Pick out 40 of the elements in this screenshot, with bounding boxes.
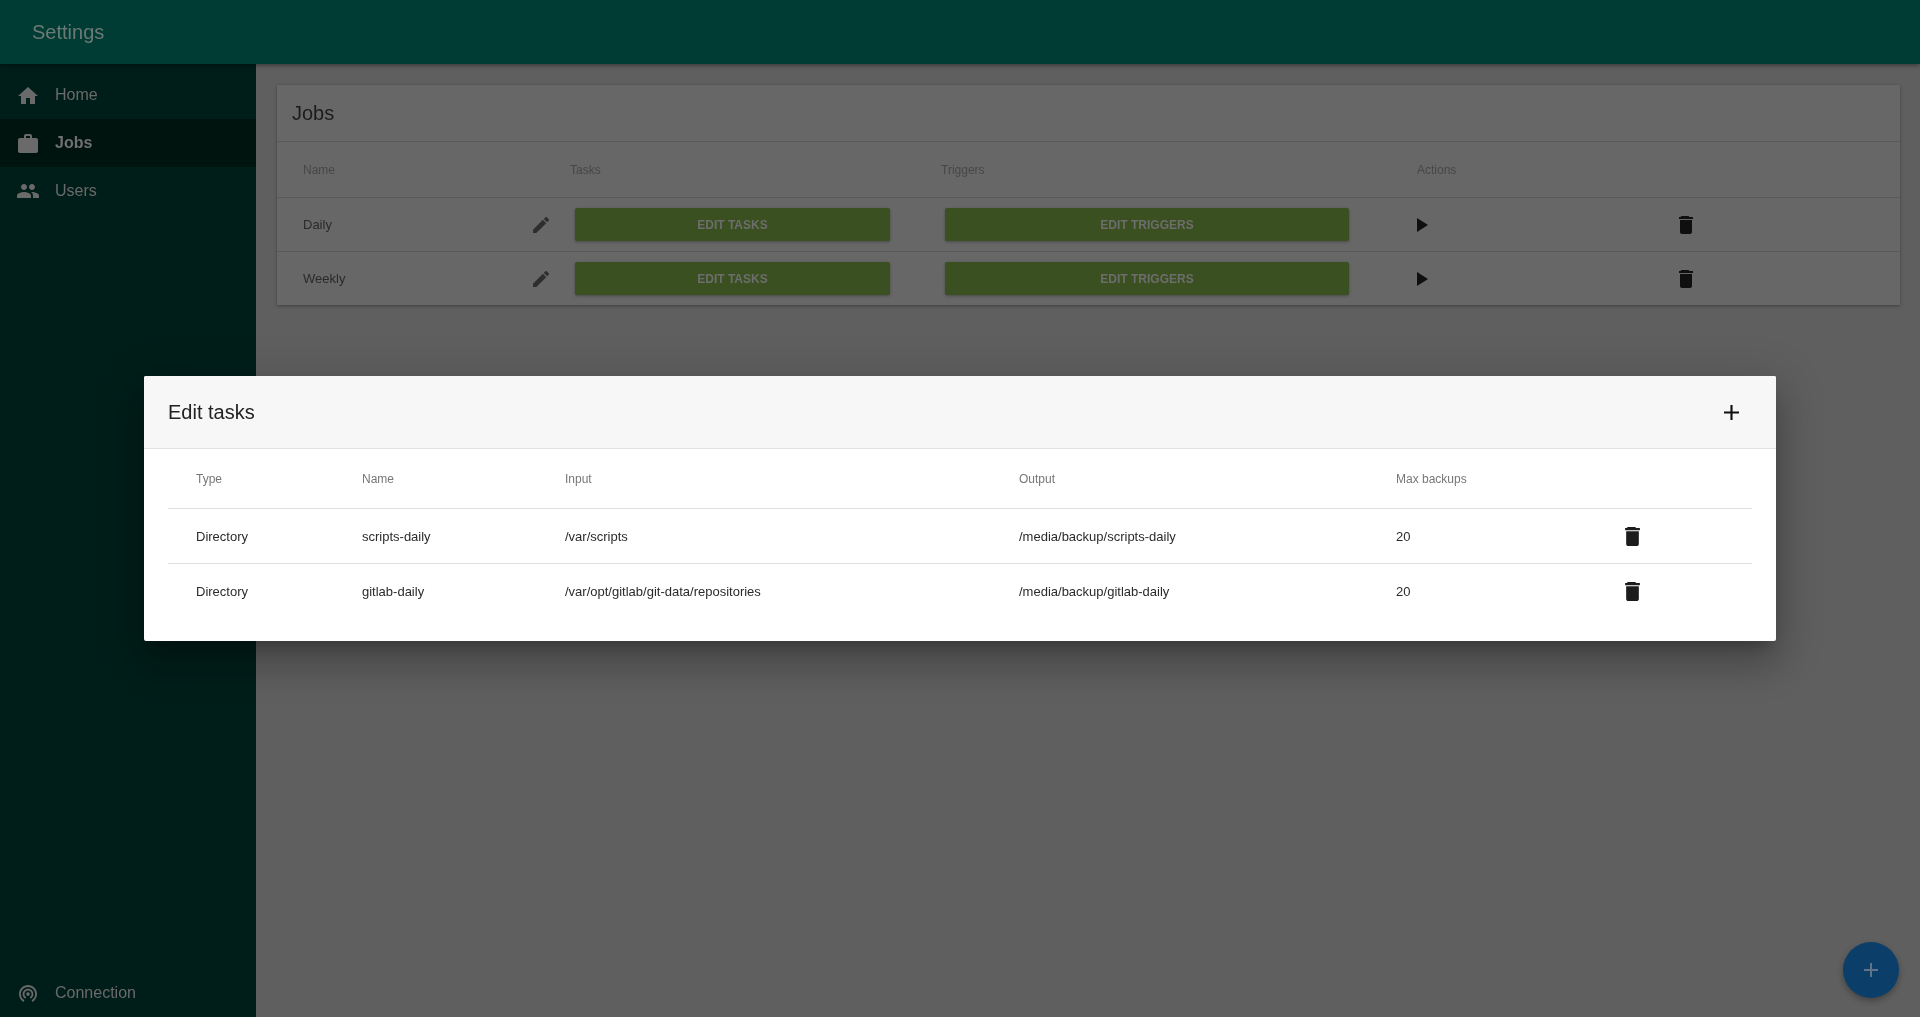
sidebar-item[interactable]: Jobs (0, 119, 256, 167)
table-cell-text: Directory (195, 528, 249, 544)
pencil-icon[interactable] (533, 216, 549, 233)
briefcase-icon (18, 133, 38, 153)
job-name: Daily (303, 217, 332, 232)
edit-triggers-button[interactable]: EDIT TRIGGERS (945, 208, 1349, 241)
trash-icon[interactable] (1625, 581, 1640, 601)
plus-icon[interactable] (1724, 404, 1739, 420)
table-cell-text: scripts-daily (361, 528, 432, 544)
card-title: Jobs (292, 101, 335, 125)
home-icon (18, 86, 38, 104)
table-cell-text: /var/opt/gitlab/git-data/repositories (564, 583, 762, 599)
column-header: Output (1018, 471, 1057, 486)
table-cell-text: /var/scripts (564, 528, 629, 544)
column-header: Type (195, 471, 223, 486)
sidebar-item[interactable]: Home (0, 71, 256, 119)
table-cell-text: Directory (195, 583, 249, 599)
job-name: Weekly (303, 271, 346, 286)
app-title: Settings (32, 20, 105, 44)
sidebar-item[interactable]: Connection (0, 969, 256, 1017)
table-cell-text: gitlab-daily (361, 583, 426, 599)
trash-icon[interactable] (1625, 526, 1640, 546)
table-cell-text: 20 (1395, 583, 1412, 599)
edit-triggers-button[interactable]: EDIT TRIGGERS (945, 262, 1349, 295)
table-cell-text: 20 (1395, 528, 1412, 544)
people-icon (17, 184, 39, 198)
play-icon[interactable] (1417, 217, 1428, 232)
column-header: Name (361, 471, 395, 486)
play-icon[interactable] (1417, 271, 1428, 286)
sidebar-item[interactable]: Users (0, 167, 256, 215)
dialog-title: Edit tasks (168, 400, 255, 424)
table-cell-text: /media/backup/scripts-daily (1018, 528, 1177, 544)
column-header: Max backups (1395, 471, 1468, 486)
edit-tasks-button[interactable]: EDIT TASKS (575, 262, 890, 295)
plus-icon (1864, 963, 1878, 977)
broadcast-icon (19, 984, 37, 1002)
table-cell-text: /media/backup/gitlab-daily (1018, 583, 1171, 599)
edit-tasks-button[interactable]: EDIT TASKS (575, 208, 890, 241)
column-header: Input (564, 471, 593, 486)
pencil-icon[interactable] (533, 270, 549, 287)
